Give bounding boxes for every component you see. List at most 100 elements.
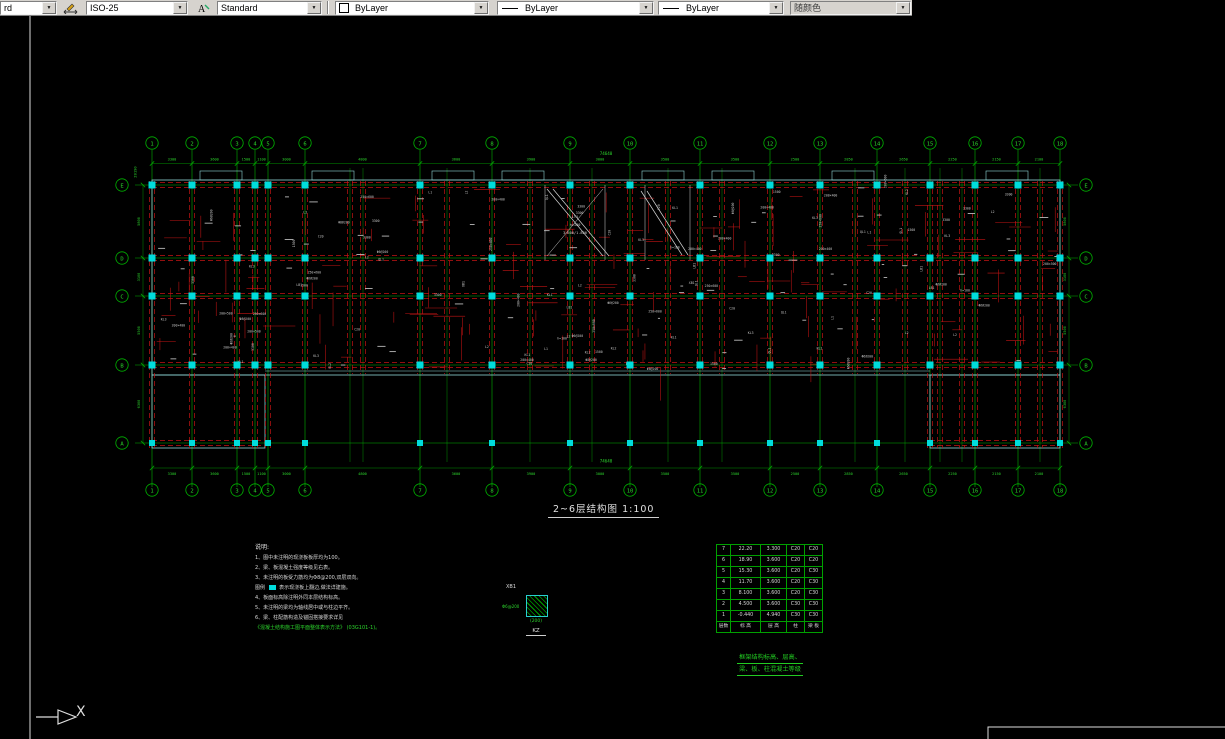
svg-text:1500: 1500 bbox=[595, 350, 603, 354]
dropdown-arrow-icon[interactable]: ▼ bbox=[769, 2, 783, 14]
level-table-caption: 框架结构标高、层高、 梁、板、柱混凝土等级 bbox=[716, 652, 824, 676]
svg-text:KL1: KL1 bbox=[671, 335, 677, 339]
detail-rebar-label: Φ6@200 bbox=[502, 604, 520, 609]
svg-text:2650: 2650 bbox=[899, 158, 908, 162]
svg-text:200×500: 200×500 bbox=[883, 175, 887, 189]
svg-text:L2: L2 bbox=[465, 190, 469, 194]
svg-text:11: 11 bbox=[697, 488, 704, 494]
plot-style-value: 随颜色 bbox=[794, 2, 822, 13]
svg-text:KL3: KL3 bbox=[944, 234, 950, 238]
svg-text:KL2: KL2 bbox=[611, 347, 617, 351]
svg-text:KL1: KL1 bbox=[525, 353, 531, 357]
svg-text:L2: L2 bbox=[303, 210, 307, 214]
floor-plan-drawing: 1122334455667788991010111112121313141415… bbox=[29, 16, 1225, 739]
svg-text:Φ6@200: Φ6@200 bbox=[647, 367, 659, 371]
svg-text:3900: 3900 bbox=[527, 158, 536, 162]
svg-text:B: B bbox=[120, 363, 124, 369]
svg-text:C20: C20 bbox=[354, 327, 360, 331]
level-table-row: 3 8.100 3.600 C20 C30 bbox=[716, 588, 823, 600]
svg-text:XB1: XB1 bbox=[461, 281, 465, 287]
level-table-cell: 层 高 bbox=[760, 621, 787, 633]
svg-text:1500: 1500 bbox=[773, 190, 781, 194]
svg-text:2650: 2650 bbox=[899, 472, 908, 476]
svg-text:10: 10 bbox=[627, 488, 634, 494]
lineweight-combo[interactable]: ByLayer ▼ bbox=[658, 1, 784, 15]
svg-text:2: 2 bbox=[190, 488, 193, 494]
svg-text:QL1: QL1 bbox=[899, 228, 903, 234]
svg-text:L2: L2 bbox=[578, 284, 582, 288]
level-table-footer-row: 层数标 高层 高柱梁 板 bbox=[716, 621, 823, 633]
svg-text:4: 4 bbox=[253, 141, 257, 147]
level-table-row: 4 11.70 3.600 C20 C30 bbox=[716, 577, 823, 589]
toolbar: rd ▼ ISO-25 ▼ A Standard ▼ ByLayer ▼ ByL… bbox=[0, 0, 912, 16]
svg-text:3300: 3300 bbox=[577, 205, 585, 209]
level-table-cell: 3.600 bbox=[760, 577, 787, 589]
svg-text:QL1: QL1 bbox=[768, 348, 772, 354]
svg-text:KL1: KL1 bbox=[672, 206, 678, 210]
svg-text:8: 8 bbox=[490, 141, 493, 147]
dropdown-arrow-icon[interactable]: ▼ bbox=[474, 2, 488, 14]
level-table-cell: 22.20 bbox=[730, 544, 761, 556]
svg-text:1500: 1500 bbox=[242, 472, 251, 476]
dim-style-manager-button[interactable] bbox=[59, 1, 82, 14]
svg-text:200×400: 200×400 bbox=[819, 247, 833, 251]
svg-text:Φ6@200: Φ6@200 bbox=[935, 282, 947, 286]
model-space-canvas[interactable]: 1 1 2 2 3 3 4 4 5 5 6 6 7 7 8 8 9 9 10 10 11 11 12 12 13 13 14 14 15… bbox=[0, 0, 1225, 739]
linetype-combo[interactable]: ByLayer ▼ bbox=[497, 1, 654, 15]
partial-style-combo[interactable]: rd ▼ bbox=[0, 1, 57, 15]
svg-text:15: 15 bbox=[927, 141, 934, 147]
svg-text:3300: 3300 bbox=[942, 218, 950, 222]
svg-text:C: C bbox=[120, 294, 123, 300]
svg-text:E: E bbox=[1084, 183, 1087, 189]
level-table-cell: 18.90 bbox=[730, 555, 761, 567]
svg-text:Φ6@200: Φ6@200 bbox=[731, 202, 735, 214]
svg-text:18: 18 bbox=[1057, 141, 1064, 147]
level-table-cell: C20 bbox=[786, 544, 805, 556]
level-table-cell: C30 bbox=[786, 610, 805, 622]
svg-text:2150: 2150 bbox=[992, 472, 1001, 476]
dropdown-arrow-icon[interactable]: ▼ bbox=[639, 2, 653, 14]
color-combo[interactable]: ByLayer ▼ bbox=[335, 1, 489, 15]
dim-style-combo[interactable]: ISO-25 ▼ bbox=[86, 1, 188, 15]
color-value: ByLayer bbox=[355, 2, 389, 13]
dropdown-arrow-icon[interactable]: ▼ bbox=[173, 2, 187, 14]
svg-text:A: A bbox=[1084, 441, 1088, 447]
toolbar-separator bbox=[327, 1, 329, 14]
svg-text:3300: 3300 bbox=[632, 274, 636, 282]
svg-text:3300: 3300 bbox=[168, 158, 177, 162]
level-table-cell: 15.30 bbox=[730, 566, 761, 578]
svg-text:17: 17 bbox=[1015, 141, 1022, 147]
level-table-cell: 柱 bbox=[786, 621, 805, 633]
svg-text:KL3: KL3 bbox=[638, 238, 644, 242]
level-table-cell: C30 bbox=[804, 566, 823, 578]
svg-text:KL1: KL1 bbox=[817, 347, 823, 351]
svg-text:L1: L1 bbox=[867, 230, 871, 234]
svg-text:L2: L2 bbox=[485, 345, 489, 349]
notes-heading: 说明: bbox=[255, 544, 270, 551]
detail-dim-label: (200) bbox=[529, 619, 543, 624]
svg-text:h=100: h=100 bbox=[570, 223, 581, 227]
drawing-title: 2~6层结构图 1:100 bbox=[548, 501, 660, 518]
svg-text:C20: C20 bbox=[318, 235, 324, 239]
level-table-row: 6 18.90 3.600 C20 C20 bbox=[716, 555, 823, 567]
level-table-cell: 3.600 bbox=[760, 599, 787, 611]
svg-text:L2: L2 bbox=[953, 333, 957, 337]
svg-text:3500: 3500 bbox=[661, 158, 670, 162]
text-style-combo[interactable]: Standard ▼ bbox=[217, 1, 322, 15]
dropdown-arrow-icon[interactable]: ▼ bbox=[42, 2, 56, 14]
dropdown-arrow-icon[interactable]: ▼ bbox=[307, 2, 321, 14]
text-style-manager-button[interactable]: A bbox=[191, 1, 214, 14]
svg-text:200×400: 200×400 bbox=[718, 236, 732, 240]
svg-text:12: 12 bbox=[767, 141, 774, 147]
svg-text:3300: 3300 bbox=[434, 293, 442, 297]
svg-text:B: B bbox=[1084, 363, 1088, 369]
color-swatch-icon bbox=[339, 3, 349, 13]
svg-text:KL3: KL3 bbox=[161, 318, 167, 322]
svg-text:3300: 3300 bbox=[963, 206, 971, 210]
svg-text:3300: 3300 bbox=[363, 235, 371, 239]
svg-text:16: 16 bbox=[972, 488, 979, 494]
svg-text:KL3: KL3 bbox=[313, 354, 319, 358]
svg-text:4800: 4800 bbox=[358, 472, 367, 476]
plot-style-combo: 随颜色 ▼ bbox=[790, 1, 911, 15]
lineweight-line-icon bbox=[663, 7, 679, 9]
